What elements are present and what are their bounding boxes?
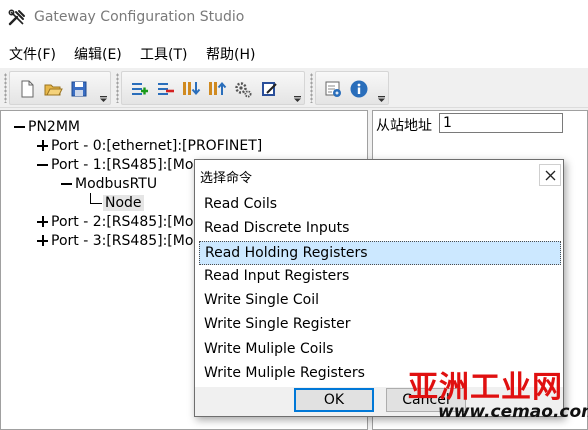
monitor-icon[interactable] — [323, 79, 343, 99]
collapse-icon[interactable] — [37, 159, 48, 170]
command-list[interactable]: Read Coils Read Discrete Inputs Read Hol… — [199, 191, 561, 387]
toolbar-overflow-icon[interactable] — [378, 96, 385, 102]
toolbar-group-file — [9, 71, 111, 105]
menu-help[interactable]: 帮助(H) — [206, 44, 255, 64]
expand-icon[interactable] — [37, 235, 48, 246]
tree-item-port1[interactable]: Port - 1:[RS485]:[Mo — [37, 156, 193, 174]
tree-connector — [90, 203, 102, 204]
slave-address-label: 从站地址 — [376, 118, 432, 134]
menu-edit[interactable]: 编辑(E) — [74, 44, 122, 64]
tools-icon — [8, 9, 25, 26]
download-icon[interactable] — [181, 79, 201, 99]
list-item-write-multiple-coils[interactable]: Write Muliple Coils — [199, 338, 561, 362]
info-icon[interactable] — [349, 79, 369, 99]
open-folder-icon[interactable] — [43, 79, 63, 99]
toolbar — [0, 68, 588, 108]
ok-button[interactable]: OK — [294, 388, 374, 412]
menu-tools[interactable]: 工具(T) — [140, 44, 187, 64]
tree-item-port2[interactable]: Port - 2:[RS485]:[Mo — [37, 213, 193, 231]
toolbar-grip[interactable] — [4, 73, 7, 103]
tree-item-root[interactable]: PN2MM — [14, 118, 80, 136]
tree-connector — [90, 193, 91, 203]
toolbar-grip[interactable] — [116, 73, 119, 103]
toolbar-overflow-icon[interactable] — [294, 96, 301, 102]
tree-item-modbusrtu[interactable]: ModbusRTU — [61, 175, 157, 193]
new-file-icon[interactable] — [17, 79, 37, 99]
toolbar-group-config — [121, 71, 305, 105]
upload-icon[interactable] — [207, 79, 227, 99]
window-title: Gateway Configuration Studio — [34, 9, 245, 25]
watermark: 亚洲工业网 www.cemao.com — [398, 362, 588, 430]
tree-item-port3[interactable]: Port - 3:[RS485]:[Mo — [37, 232, 193, 250]
settings-icon[interactable] — [233, 79, 253, 99]
watermark-url: www.cemao.com — [438, 402, 588, 422]
collapse-icon[interactable] — [61, 178, 72, 189]
save-icon[interactable] — [69, 79, 89, 99]
list-item-read-discrete-inputs[interactable]: Read Discrete Inputs — [199, 217, 561, 241]
list-item-read-holding-registers[interactable]: Read Holding Registers — [199, 241, 561, 265]
expand-icon[interactable] — [37, 140, 48, 151]
collapse-icon[interactable] — [14, 121, 25, 132]
title-bar: Gateway Configuration Studio — [0, 0, 588, 36]
watermark-logo: 亚洲工业网 — [408, 370, 563, 405]
edit-icon[interactable] — [259, 79, 279, 99]
menu-bar: 文件(F) 编辑(E) 工具(T) 帮助(H) — [0, 36, 588, 68]
tree-item-node[interactable]: Node — [103, 194, 144, 212]
tree-item-port0[interactable]: Port - 0:[ethernet]:[PROFINET] — [37, 137, 262, 155]
toolbar-grip[interactable] — [310, 73, 313, 103]
dialog-title-bar[interactable]: 选择命令 — [195, 160, 563, 190]
list-item-read-coils[interactable]: Read Coils — [199, 193, 561, 217]
slave-address-input[interactable]: 1 — [439, 113, 563, 133]
list-item-write-single-register[interactable]: Write Single Register — [199, 313, 561, 337]
list-item-read-input-registers[interactable]: Read Input Registers — [199, 265, 561, 289]
add-port-icon[interactable] — [129, 79, 149, 99]
toolbar-overflow-icon[interactable] — [100, 96, 107, 102]
list-item-write-single-coil[interactable]: Write Single Coil — [199, 289, 561, 313]
dialog-title: 选择命令 — [200, 171, 253, 186]
delete-port-icon[interactable] — [155, 79, 175, 99]
close-icon — [545, 170, 556, 181]
toolbar-group-help — [315, 71, 389, 105]
dialog-close-button[interactable] — [539, 164, 561, 186]
expand-icon[interactable] — [37, 216, 48, 227]
menu-file[interactable]: 文件(F) — [9, 44, 56, 64]
